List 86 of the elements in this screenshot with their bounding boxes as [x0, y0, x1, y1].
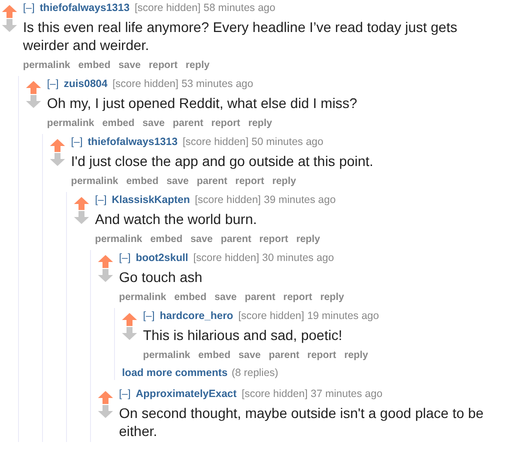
timestamp: 58 minutes ago — [204, 2, 276, 15]
collapse-toggle[interactable]: [–] — [71, 136, 83, 149]
comment-text: On second thought, maybe outside isn't a good place to be either. — [119, 404, 485, 440]
downvote-icon[interactable] — [2, 19, 17, 32]
downvote-icon[interactable] — [50, 153, 65, 166]
author-link[interactable]: thiefofalways1313 — [40, 2, 130, 15]
action-link[interactable]: report — [307, 349, 336, 362]
upvote-icon[interactable] — [98, 255, 113, 268]
action-link[interactable]: report — [148, 59, 178, 72]
action-link[interactable]: save — [214, 291, 237, 304]
action-link[interactable]: save — [142, 117, 165, 130]
action-link[interactable]: embed — [126, 175, 158, 188]
action-link[interactable]: permalink — [47, 117, 94, 130]
downvote-icon[interactable] — [26, 95, 41, 108]
author-link[interactable]: boot2skull — [136, 252, 188, 265]
action-link[interactable]: embed — [150, 233, 182, 246]
action-link[interactable]: parent — [244, 291, 276, 304]
timestamp: 50 minutes ago — [252, 136, 324, 149]
score-label: [score hidden] — [194, 194, 261, 207]
collapse-toggle[interactable]: [–] — [119, 388, 131, 401]
reply-count: (8 replies) — [232, 367, 278, 380]
action-link[interactable]: embed — [198, 349, 230, 362]
action-link[interactable]: parent — [268, 349, 300, 362]
timestamp: 53 minutes ago — [181, 78, 254, 91]
collapse-toggle[interactable]: [–] — [143, 310, 155, 323]
action-link[interactable]: parent — [172, 117, 204, 130]
upvote-icon[interactable] — [98, 391, 113, 404]
comment-text: I'd just close the app and go outside at this point. — [71, 152, 374, 170]
downvote-icon[interactable] — [122, 327, 137, 340]
author-link[interactable]: hardcore_hero — [160, 310, 234, 323]
action-link[interactable]: embed — [78, 59, 110, 72]
author-link[interactable]: thiefofalways1313 — [88, 136, 178, 149]
upvote-icon[interactable] — [122, 313, 137, 326]
timestamp: 30 minutes ago — [262, 252, 334, 265]
score-label: [score hidden] — [193, 252, 260, 265]
score-label: [score hidden] — [112, 78, 178, 91]
action-link[interactable]: permalink — [23, 59, 70, 72]
action-link[interactable]: embed — [102, 117, 134, 130]
score-label: [score hidden] — [238, 310, 304, 323]
comment-text: And watch the world burn. — [95, 210, 258, 228]
upvote-icon[interactable] — [26, 81, 41, 94]
action-link[interactable]: report — [211, 117, 240, 130]
action-link[interactable]: permalink — [143, 349, 190, 362]
action-link[interactable]: save — [118, 59, 141, 72]
action-link[interactable]: reply — [272, 175, 296, 188]
timestamp: 19 minutes ago — [307, 310, 379, 323]
upvote-icon[interactable] — [2, 5, 17, 18]
action-link[interactable]: save — [238, 349, 261, 362]
comment-text: Oh my, I just opened Reddit, what else did I miss? — [47, 94, 358, 112]
action-link[interactable]: reply — [320, 291, 344, 304]
action-link[interactable]: reply — [296, 233, 320, 246]
timestamp: 37 minutes ago — [310, 388, 382, 401]
comment-text: Go touch ash — [119, 268, 204, 286]
action-link[interactable]: parent — [220, 233, 252, 246]
collapse-toggle[interactable]: [–] — [23, 2, 35, 15]
comment-text: This is hilarious and sad, poetic! — [143, 326, 344, 344]
downvote-icon[interactable] — [98, 269, 113, 282]
collapse-toggle[interactable]: [–] — [95, 194, 107, 207]
score-label: [score hidden] — [182, 136, 249, 149]
author-link[interactable]: KlassiskKapten — [112, 194, 190, 207]
comment-text: Is this even real life anymore? Every headline I’ve read today just gets weirder and weirder. — [23, 18, 458, 54]
upvote-icon[interactable] — [74, 197, 89, 210]
action-link[interactable]: parent — [196, 175, 228, 188]
action-link[interactable]: report — [283, 291, 312, 304]
upvote-icon[interactable] — [50, 139, 65, 152]
action-link[interactable]: permalink — [71, 175, 118, 188]
downvote-icon[interactable] — [74, 211, 89, 224]
action-link[interactable]: save — [190, 233, 213, 246]
action-link[interactable]: report — [259, 233, 288, 246]
score-label: [score hidden] — [242, 388, 308, 401]
action-link[interactable]: permalink — [119, 291, 166, 304]
action-link[interactable]: reply — [248, 117, 272, 130]
downvote-icon[interactable] — [98, 405, 113, 418]
action-link[interactable]: embed — [174, 291, 206, 304]
collapse-toggle[interactable]: [–] — [47, 78, 59, 91]
score-label: [score hidden] — [134, 2, 201, 15]
action-link[interactable]: reply — [344, 349, 368, 362]
author-link[interactable]: zuis0804 — [64, 78, 108, 91]
action-link[interactable]: permalink — [95, 233, 142, 246]
action-link[interactable]: save — [166, 175, 189, 188]
load-more-link[interactable]: load more comments — [122, 367, 228, 380]
author-link[interactable]: ApproximatelyExact — [136, 388, 237, 401]
action-link[interactable]: reply — [186, 59, 210, 72]
action-link[interactable]: report — [235, 175, 264, 188]
timestamp: 39 minutes ago — [264, 194, 336, 207]
collapse-toggle[interactable]: [–] — [119, 252, 131, 265]
